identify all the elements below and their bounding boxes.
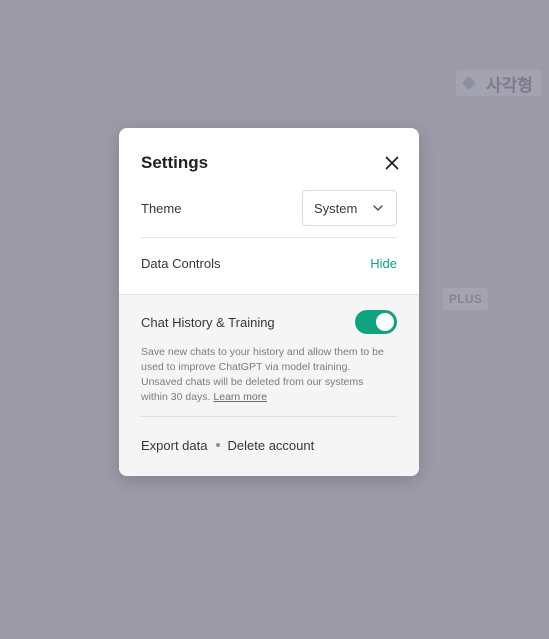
data-controls-section: Chat History & Training Save new chats t…: [119, 294, 419, 476]
chat-history-row: Chat History & Training: [141, 310, 397, 334]
hide-data-controls-button[interactable]: Hide: [370, 256, 397, 271]
diamond-icon: [461, 75, 477, 91]
chevron-down-icon: [373, 205, 383, 211]
chat-history-description: Save new chats to your history and allow…: [141, 345, 393, 405]
data-controls-label: Data Controls: [141, 255, 221, 271]
theme-select[interactable]: System: [302, 190, 397, 226]
theme-row: Theme System: [141, 190, 397, 226]
export-data-button[interactable]: Export data: [141, 438, 208, 453]
learn-more-link[interactable]: Learn more: [213, 391, 267, 403]
background-shape-chip: 사각형: [456, 70, 541, 96]
theme-label: Theme: [141, 200, 182, 216]
plus-badge: PLUS: [443, 288, 489, 310]
dialog-header: Settings: [141, 152, 399, 174]
delete-account-button[interactable]: Delete account: [228, 438, 315, 453]
settings-dialog: Settings Theme System Data Controls Hide…: [119, 128, 419, 476]
dialog-title: Settings: [141, 153, 209, 172]
chat-history-toggle[interactable]: [355, 310, 397, 334]
chat-history-label: Chat History & Training: [141, 314, 275, 330]
close-button[interactable]: [383, 154, 401, 172]
divider: [141, 237, 397, 238]
account-actions: Export data Delete account: [141, 435, 397, 455]
close-icon: [385, 156, 399, 170]
background-shape-label: 사각형: [486, 75, 533, 95]
separator-dot: [215, 443, 220, 447]
divider: [141, 416, 397, 417]
toggle-knob: [376, 313, 394, 331]
data-controls-row: Data Controls Hide: [141, 252, 397, 274]
theme-selected-value: System: [314, 200, 358, 216]
